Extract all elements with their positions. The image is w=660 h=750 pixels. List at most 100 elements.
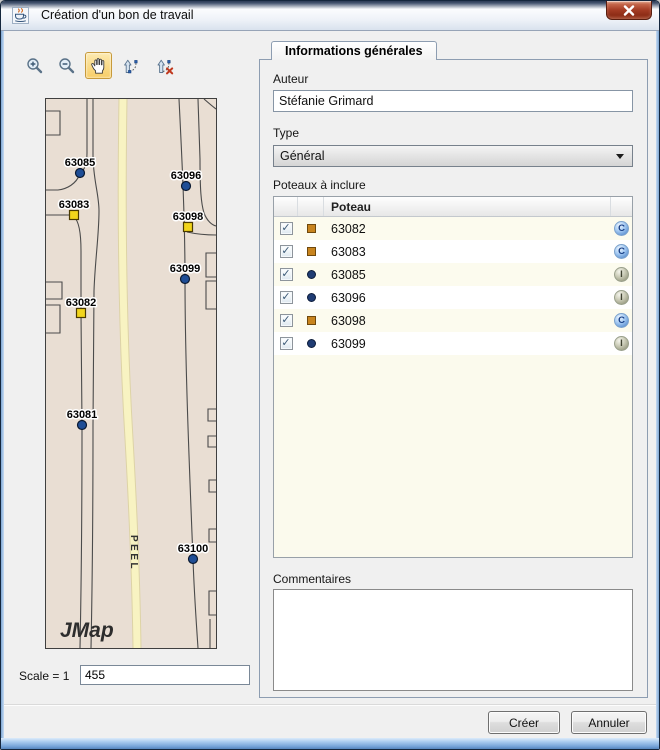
dialog-content: PEEL 63085 63096 63083 63098 63099 63082 63081… [4,31,656,738]
row-poteau-value: 63099 [324,337,611,351]
zoom-out-button[interactable] [53,52,80,79]
type-label: Type [273,126,299,140]
map-marker-label: 63081 [67,409,98,421]
row-status-icon[interactable]: C [614,221,629,236]
pole-circle-marker-icon [307,339,316,348]
map-marker-label: 63099 [170,263,201,275]
create-button[interactable]: Créer [488,711,560,734]
marker-cell [298,316,324,325]
status-cell: C [611,244,632,259]
checkbox-cell: ✓ [274,245,298,258]
hand-icon [90,57,108,75]
row-status-icon[interactable]: I [614,290,629,305]
map-marker-label: 63085 [65,157,96,169]
map-canvas[interactable]: PEEL 63085630966308363098630996308263081… [46,99,216,648]
pole-square-marker-icon [307,316,316,325]
map-marker-circle[interactable] [181,275,190,284]
dialog-window: Création d'un bon de travail [0,0,660,750]
map-marker-circle[interactable] [78,421,87,430]
poteaux-table: Poteau ✓63082C✓63083C✓63085I✓63096I✓6309… [273,196,633,558]
column-header-poteau: Poteau [324,197,611,216]
map-marker-square[interactable] [70,211,79,220]
zoom-out-icon [58,57,76,75]
scale-input[interactable] [80,665,250,685]
close-button[interactable] [606,1,652,20]
pan-button[interactable] [85,52,112,79]
checkbox-cell: ✓ [274,268,298,281]
close-icon [623,5,635,16]
map-marker-square[interactable] [77,309,86,318]
map-marker-label: 63083 [59,199,90,211]
button-bar-separator [4,704,656,706]
poteaux-label: Poteaux à inclure [273,178,366,192]
marker-cell [298,270,324,279]
checkbox-cell: ✓ [274,337,298,350]
scale-label: Scale = 1 [19,669,69,683]
auteur-input[interactable] [273,90,633,112]
map-street-label: PEEL [128,535,139,571]
delete-pole-button[interactable] [151,52,178,79]
row-checkbox[interactable]: ✓ [280,245,293,258]
titlebar: Création d'un bon de travail [1,1,659,31]
map-marker-square[interactable] [184,223,193,232]
move-pole-icon [122,57,140,75]
row-status-icon[interactable]: I [614,336,629,351]
row-checkbox[interactable]: ✓ [280,222,293,235]
table-row[interactable]: ✓63085I [274,263,632,286]
move-pole-button[interactable] [117,52,144,79]
table-row[interactable]: ✓ 63098C [274,309,632,332]
table-row[interactable]: ✓63082C [274,217,632,240]
auteur-label: Auteur [273,72,308,86]
map-marker-label: 63082 [66,297,97,309]
marker-cell [298,339,324,348]
row-status-icon[interactable]: C [614,313,629,328]
window-title: Création d'un bon de travail [41,1,193,30]
cancel-button[interactable]: Annuler [571,711,647,734]
window-border-right [656,31,659,749]
checkbox-cell: ✓ [274,222,298,235]
row-poteau-value: 63098 [324,314,611,328]
row-checkbox[interactable]: ✓ [280,291,293,304]
row-checkbox[interactable]: ✓ [280,268,293,281]
row-poteau-value: 63083 [324,245,611,259]
map-marker-label: 63096 [171,170,202,182]
row-checkbox[interactable]: ✓ [280,314,293,327]
delete-pole-icon [156,57,174,75]
type-selected-value: Général [280,149,324,163]
zoom-in-button[interactable] [21,52,48,79]
marker-cell [298,224,324,233]
map-logo: JMap [60,619,114,642]
map-marker-circle[interactable] [182,182,191,191]
marker-cell [298,247,324,256]
pole-square-marker-icon [307,224,316,233]
row-checkbox[interactable]: ✓ [280,337,293,350]
table-row[interactable]: ✓ 63083C [274,240,632,263]
commentaires-label: Commentaires [273,572,351,586]
pole-circle-marker-icon [307,270,316,279]
table-row[interactable]: ✓ 63099I [274,332,632,355]
marker-cell [298,293,324,302]
pole-square-marker-icon [307,247,316,256]
map-marker-label: 63100 [178,543,209,555]
java-app-icon [12,7,29,24]
column-header-checkbox [274,197,298,216]
tab-informations-generales[interactable]: Informations générales [271,41,437,60]
row-status-icon[interactable]: C [614,244,629,259]
zoom-in-icon [26,57,44,75]
status-cell: I [611,267,632,282]
map-marker-circle[interactable] [189,555,198,564]
type-select[interactable]: Général [273,145,633,167]
map-marker-circle[interactable] [76,169,85,178]
checkbox-cell: ✓ [274,314,298,327]
general-info-panel: Auteur Type Général Poteaux à inclure Po… [259,59,648,698]
row-poteau-value: 63096 [324,291,611,305]
row-status-icon[interactable]: I [614,267,629,282]
window-border-bottom [1,738,659,749]
commentaires-textarea[interactable] [273,589,633,691]
status-cell: C [611,313,632,328]
status-cell: I [611,290,632,305]
table-row[interactable]: ✓ 63096I [274,286,632,309]
checkbox-cell: ✓ [274,291,298,304]
column-header-marker [298,197,324,216]
map-frame: PEEL 63085630966308363098630996308263081… [45,98,217,649]
